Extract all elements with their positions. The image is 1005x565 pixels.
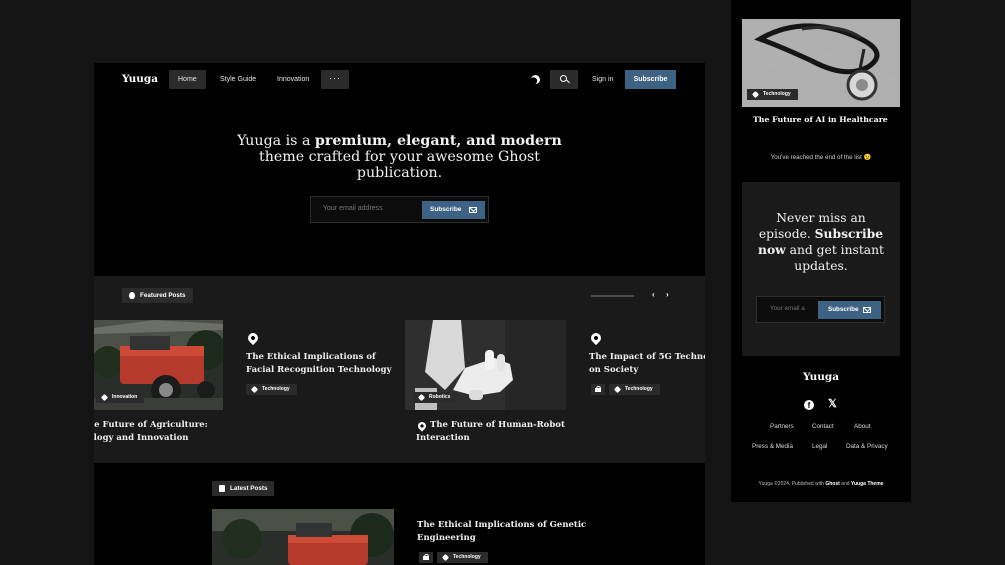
theme-link[interactable]: Yuuga Theme bbox=[851, 481, 884, 487]
x-icon[interactable]: 𝕏 bbox=[828, 397, 837, 410]
subscribe-button[interactable]: Subscribe bbox=[625, 70, 676, 89]
site-logo[interactable]: Yuuga bbox=[122, 73, 158, 85]
ghost-link[interactable]: Ghost bbox=[825, 481, 839, 487]
flame-icon bbox=[245, 330, 261, 346]
latest-label: Latest Posts bbox=[212, 481, 275, 496]
card-tag[interactable]: Robotics bbox=[413, 392, 458, 403]
newsletter-heading: Never miss an episode. Subscribe now and… bbox=[758, 211, 884, 273]
latest-post-title[interactable]: The Ethical Implications of Genetic Engin… bbox=[417, 519, 586, 545]
card-title-line2[interactable]: Interaction bbox=[416, 432, 470, 445]
copyright: Yuuga ©2024. Published with Ghost and Yu… bbox=[758, 481, 884, 487]
card-tag[interactable]: Technology bbox=[609, 384, 660, 395]
card-image-robot-hand[interactable]: Robotics bbox=[405, 320, 566, 410]
nav-innovation[interactable]: Innovation bbox=[277, 70, 309, 89]
newsletter-email-input[interactable]: Your email a bbox=[770, 305, 805, 312]
footer-link-legal[interactable]: Legal bbox=[812, 443, 827, 450]
newsletter-form: Your email a Subscribe bbox=[756, 296, 885, 323]
latest-post-tag[interactable]: Technology bbox=[437, 552, 488, 563]
latest-section: Latest Posts The Ethical Implications of… bbox=[94, 463, 705, 565]
footer-logo[interactable]: Yuuga bbox=[731, 371, 911, 383]
footer-link-contact[interactable]: Contact bbox=[812, 423, 834, 430]
latest-image-tractor[interactable] bbox=[212, 509, 394, 565]
footer-link-press[interactable]: Press & Media bbox=[752, 443, 793, 450]
flame-icon bbox=[416, 420, 428, 432]
mail-icon bbox=[469, 207, 477, 213]
facebook-icon[interactable]: f bbox=[804, 400, 814, 410]
card-tag[interactable]: Innovation bbox=[96, 392, 145, 403]
footer-link-about[interactable]: About bbox=[854, 423, 870, 430]
card-image-stethoscope[interactable]: Technology bbox=[742, 19, 900, 107]
flame-icon bbox=[129, 292, 135, 299]
card-title[interactable]: The Ethical Implications of Facial Recogn… bbox=[246, 351, 392, 377]
more-menu-button[interactable]: ··· bbox=[321, 70, 349, 89]
hero-heading: Yuuga is a premium, elegant, and modern … bbox=[237, 133, 562, 181]
moon-icon[interactable] bbox=[530, 74, 540, 84]
lock-icon bbox=[591, 384, 605, 395]
mail-icon bbox=[863, 307, 871, 313]
card-tag[interactable]: Technology bbox=[747, 89, 798, 100]
hero-subscribe-form: Your email address Subscribe bbox=[310, 196, 489, 223]
card-title[interactable]: The Future of Human-Robot bbox=[430, 419, 565, 432]
desktop-preview: Yuuga Home Style Guide Innovation ··· Si… bbox=[94, 63, 705, 565]
email-input[interactable]: Your email address bbox=[323, 205, 383, 212]
footer-link-partners[interactable]: Partners bbox=[770, 423, 794, 430]
card-image-tractor[interactable]: Innovation bbox=[94, 320, 223, 410]
side-post-title[interactable]: The Future of AI in Healthcare bbox=[753, 115, 888, 124]
card-title[interactable]: The Impact of 5G Technologon Society bbox=[589, 351, 705, 377]
search-button[interactable] bbox=[550, 70, 578, 89]
carousel-progress bbox=[591, 295, 634, 297]
carousel-next-button[interactable]: › bbox=[666, 290, 669, 299]
carousel-prev-button[interactable]: ‹ bbox=[652, 290, 655, 299]
end-of-list-message: You've reached the end of the list 😉 bbox=[770, 154, 872, 161]
signin-link[interactable]: Sign in bbox=[592, 70, 613, 89]
featured-section: Featured Posts ‹ › Innovation he Future … bbox=[94, 276, 705, 463]
newsletter-subscribe-button[interactable]: Subscribe bbox=[818, 301, 881, 319]
nav-home[interactable]: Home bbox=[169, 70, 206, 89]
hero-subscribe-button[interactable]: Subscribe bbox=[422, 201, 485, 219]
card-tag[interactable]: Technology bbox=[246, 384, 297, 395]
card-title[interactable]: he Future of Agriculture: ology and Innov… bbox=[94, 419, 208, 445]
mobile-preview: Technology The Future of AI in Healthcar… bbox=[731, 0, 911, 502]
lock-icon bbox=[419, 552, 433, 563]
footer-link-privacy[interactable]: Data & Privacy bbox=[846, 443, 888, 450]
featured-label: Featured Posts bbox=[122, 288, 193, 303]
newsletter-box: Never miss an episode. Subscribe now and… bbox=[742, 182, 900, 356]
nav-style-guide[interactable]: Style Guide bbox=[220, 70, 256, 89]
top-nav: Yuuga Home Style Guide Innovation ··· Si… bbox=[94, 63, 705, 99]
plus-icon bbox=[219, 485, 225, 492]
flame-icon bbox=[588, 330, 604, 346]
